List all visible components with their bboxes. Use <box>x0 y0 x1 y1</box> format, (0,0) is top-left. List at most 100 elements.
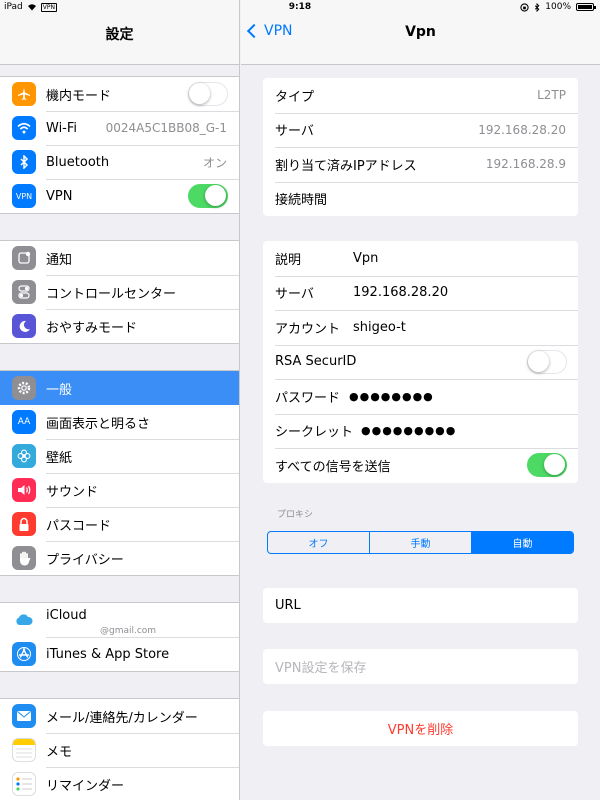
vpn-toggle[interactable] <box>188 184 228 208</box>
sidebar-item-reminders[interactable]: リマインダー <box>0 767 239 800</box>
sidebar-item-label: VPN <box>46 188 73 204</box>
row-label: サーバ <box>275 124 314 140</box>
proxy-section-label: プロキシ <box>277 510 314 520</box>
save-vpn-label: VPN設定を保存 <box>275 660 367 676</box>
row-label: すべての信号を送信 <box>275 459 391 475</box>
sidebar-item-label: おやすみモード <box>46 320 138 336</box>
row-label: シークレット <box>275 425 354 441</box>
description-field[interactable]: Vpn <box>353 251 378 266</box>
account-row[interactable]: アカウント shigeo-t <box>263 310 578 345</box>
type-value: L2TP <box>537 88 566 103</box>
sidebar-item-label: メモ <box>46 744 73 760</box>
sidebar-title: 設定 <box>105 27 134 43</box>
app-store-icon <box>12 642 36 666</box>
save-vpn-button[interactable]: VPN設定を保存 <box>263 649 578 684</box>
server-field[interactable]: 192.168.28.20 <box>353 285 448 300</box>
sidebar-item-label: プライバシー <box>46 552 124 568</box>
sidebar-item-label: 一般 <box>46 382 73 398</box>
sound-icon <box>12 478 36 502</box>
settings-sidebar: 設定 機内モード Wi-Fi 0024A5C1BB08_G-1 Bluetoot… <box>0 0 240 800</box>
battery-percent: 100% <box>545 2 571 12</box>
status-bar: iPad VPN 9:18 100% <box>0 0 600 16</box>
wallpaper-icon <box>12 444 36 468</box>
proxy-segmented-control: オフ 手動 自動 <box>267 531 574 554</box>
mail-icon <box>12 704 36 728</box>
sidebar-item-itunes-app-store[interactable]: iTunes & App Store <box>0 637 239 671</box>
sidebar-item-airplane-mode[interactable]: 機内モード <box>0 77 239 111</box>
url-row[interactable]: URL <box>263 588 578 623</box>
sidebar-item-general[interactable]: 一般 <box>0 371 239 405</box>
sidebar-item-label: パスコード <box>46 518 112 534</box>
sidebar-item-label: 壁紙 <box>46 450 73 466</box>
proxy-option-off[interactable]: オフ <box>268 532 369 553</box>
sidebar-item-icloud[interactable]: iCloud @gmail.com <box>0 603 239 637</box>
icloud-account-email: @gmail.com <box>100 626 157 636</box>
wifi-icon <box>12 116 36 140</box>
row-label: 説明 <box>275 252 302 268</box>
save-card: VPN設定を保存 <box>263 649 578 684</box>
wifi-network-name: 0024A5C1BB08_G-1 <box>105 121 227 135</box>
sidebar-item-passcode[interactable]: パスコード <box>0 507 239 541</box>
sidebar-item-display-brightness[interactable]: AA 画面表示と明るさ <box>0 405 239 439</box>
url-label: URL <box>275 597 301 613</box>
type-row: タイプ L2TP <box>263 78 578 113</box>
assigned-ip-row: 割り当て済みIPアドレス 192.168.28.9 <box>263 147 578 182</box>
hand-icon <box>12 546 36 570</box>
proxy-option-auto[interactable]: 自動 <box>471 532 573 553</box>
row-label: パスワード <box>275 390 341 406</box>
secret-field[interactable]: ●●●●●●●●● <box>361 424 456 437</box>
vpn-detail-pane: VPN Vpn タイプ L2TP サーバ 192.168.28.20 割り当て済… <box>241 0 600 800</box>
secret-row[interactable]: シークレット ●●●●●●●●● <box>263 413 578 449</box>
password-row[interactable]: パスワード ●●●●●●●● <box>263 379 578 414</box>
send-all-traffic-toggle[interactable] <box>527 453 567 478</box>
assigned-ip-value: 192.168.28.9 <box>485 157 566 172</box>
sidebar-item-wallpaper[interactable]: 壁紙 <box>0 439 239 473</box>
sidebar-item-notes[interactable]: メモ <box>0 733 239 767</box>
settings-group-general: 一般 AA 画面表示と明るさ 壁紙 サウンド パスコード プライバシー <box>0 370 239 576</box>
bluetooth-status: オン <box>202 155 227 170</box>
url-card: URL <box>263 588 578 623</box>
server-status-value: 192.168.28.20 <box>478 122 566 137</box>
settings-group-notifications: 通知 コントロールセンター おやすみモード <box>0 240 239 344</box>
sidebar-item-label: Bluetooth <box>46 154 110 170</box>
sidebar-item-mail-contacts-calendar[interactable]: メール/連絡先/カレンダー <box>0 699 239 733</box>
clock: 9:18 <box>288 2 312 12</box>
sidebar-item-privacy[interactable]: プライバシー <box>0 541 239 575</box>
delete-vpn-button[interactable]: VPNを削除 <box>263 711 578 746</box>
rsa-securid-row: RSA SecurID <box>263 344 578 380</box>
moon-icon <box>12 314 36 338</box>
page-title: Vpn <box>405 24 436 40</box>
rsa-securid-toggle[interactable] <box>527 349 567 374</box>
bluetooth-icon <box>12 150 36 174</box>
sidebar-item-vpn[interactable]: VPN VPN <box>0 179 239 213</box>
server-row[interactable]: サーバ 192.168.28.20 <box>263 275 578 311</box>
notes-icon <box>12 738 36 762</box>
proxy-option-manual[interactable]: 手動 <box>369 532 471 553</box>
vpn-config-card: 説明 Vpn サーバ 192.168.28.20 アカウント shigeo-t … <box>263 241 578 483</box>
sidebar-item-wifi[interactable]: Wi-Fi 0024A5C1BB08_G-1 <box>0 111 239 145</box>
connect-time-row: 接続時間 <box>263 181 578 217</box>
sidebar-item-sounds[interactable]: サウンド <box>0 473 239 507</box>
sidebar-item-label: サウンド <box>46 484 99 500</box>
sidebar-item-control-center[interactable]: コントロールセンター <box>0 275 239 309</box>
settings-group-accounts: iCloud @gmail.com iTunes & App Store <box>0 602 239 672</box>
battery-icon <box>576 3 596 11</box>
sidebar-item-label: iCloud <box>46 608 87 623</box>
sidebar-item-label: 通知 <box>46 252 73 268</box>
display-brightness-icon: AA <box>12 410 36 434</box>
sidebar-item-bluetooth[interactable]: Bluetooth オン <box>0 145 239 179</box>
delete-vpn-label: VPNを削除 <box>387 722 454 738</box>
settings-group-apps: メール/連絡先/カレンダー メモ リマインダー <box>0 698 239 800</box>
sidebar-item-label: コントロールセンター <box>46 286 177 302</box>
description-row[interactable]: 説明 Vpn <box>263 241 578 276</box>
airplane-mode-toggle[interactable] <box>188 82 228 106</box>
password-field[interactable]: ●●●●●●●● <box>349 390 434 403</box>
notifications-icon <box>12 246 36 270</box>
account-field[interactable]: shigeo-t <box>353 320 406 335</box>
sidebar-item-label: 機内モード <box>46 88 112 104</box>
row-label: タイプ <box>275 89 315 105</box>
sidebar-item-do-not-disturb[interactable]: おやすみモード <box>0 309 239 343</box>
rotation-lock-icon <box>520 2 529 12</box>
gear-icon <box>12 376 36 400</box>
sidebar-item-notifications[interactable]: 通知 <box>0 241 239 275</box>
